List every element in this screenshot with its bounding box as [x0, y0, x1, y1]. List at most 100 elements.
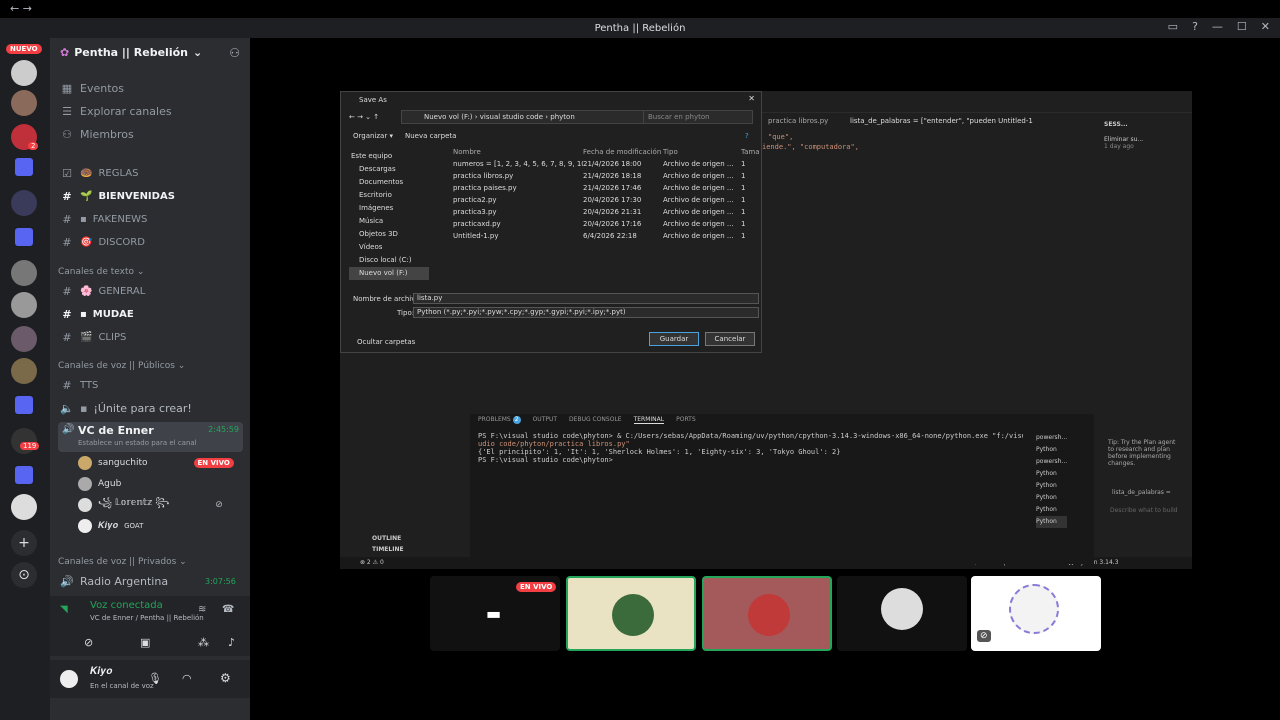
- channel-reglas[interactable]: ☑ 🍩 REGLAS: [60, 163, 138, 183]
- channel-unite[interactable]: 🔈 ▪ ¡Únite para crear!: [60, 398, 192, 418]
- nav-explore[interactable]: ☰ Explorar canales: [60, 101, 172, 121]
- channel-mudae[interactable]: # ▪ MUDAE: [60, 304, 133, 324]
- file-row[interactable]: practica2.py 20/4/2026 17:30 Archivo de or…: [441, 194, 759, 206]
- save-button[interactable]: Guardar: [649, 332, 699, 346]
- server-icon[interactable]: [11, 326, 37, 352]
- channel-radio[interactable]: 🔊 Radio Argentina 3:07:56: [60, 571, 236, 591]
- dialog-header: Save As ✕: [359, 94, 755, 104]
- server-icon[interactable]: [11, 190, 37, 216]
- channel-clips[interactable]: # 🎬 CLIPS: [60, 327, 126, 347]
- filename-input[interactable]: lista.py: [413, 293, 759, 304]
- file-row[interactable]: numeros = [1, 2, 3, 4, 5, 6, 7, 8, 9, 10…: [441, 158, 759, 170]
- live-badge: EN VIVO: [516, 582, 557, 592]
- server-icon[interactable]: [11, 60, 37, 86]
- channel-bienvenidas[interactable]: # 🌱 BIENVENIDAS: [60, 186, 175, 206]
- nav-arrows-icon[interactable]: ← → ⌄ ↑: [349, 113, 379, 121]
- mention-badge: 119: [20, 442, 40, 450]
- vc-status[interactable]: Establece un estado para el canal: [78, 439, 197, 447]
- address-bar[interactable]: Nuevo vol (F:) › visual studio code › ph…: [401, 110, 679, 124]
- avatar: [1009, 584, 1059, 634]
- category-text[interactable]: Canales de texto ⌄: [58, 267, 144, 277]
- participant-tile[interactable]: ⊘: [971, 576, 1101, 651]
- invite-icon[interactable]: ⚇: [229, 46, 240, 60]
- server-icon[interactable]: [11, 292, 37, 318]
- server-rail: NUEVO 2 119 + ⊙: [0, 38, 50, 720]
- voice-user[interactable]: ꧁ 𝕃𝕠𝕣𝕖𝕟𝕥𝕫 ꧂ ⊘: [78, 496, 223, 514]
- hide-folders-toggle[interactable]: Ocultar carpetas: [357, 338, 415, 346]
- activities-icon[interactable]: ⁂: [198, 636, 209, 649]
- participant-tile[interactable]: [566, 576, 696, 651]
- organize-button[interactable]: Organizar ▾: [353, 132, 393, 140]
- file-row[interactable]: practica3.py 20/4/2026 21:31 Archivo de or…: [441, 206, 759, 218]
- user-panel: 𝑲𝒊𝒚𝒐 En el canal de voz 🎙 ◠ ⚙: [50, 660, 250, 698]
- hash-icon: #: [62, 378, 72, 392]
- maximize-icon[interactable]: ☐: [1237, 20, 1247, 33]
- back-forward-icon[interactable]: ← →: [10, 2, 32, 15]
- voice-user[interactable]: Agub: [78, 475, 121, 493]
- noise-icon[interactable]: ≋: [198, 604, 206, 615]
- panel-tabs: PROBLEMS 2 OUTPUT DEBUG CONSOLE TERMINAL…: [478, 416, 696, 424]
- server-icon[interactable]: [11, 494, 37, 520]
- speaker-icon: 🔊: [62, 424, 75, 435]
- terminal-panel[interactable]: PROBLEMS 2 OUTPUT DEBUG CONSOLE TERMINAL…: [470, 414, 1094, 564]
- stream-tile[interactable]: EN VIVO ▬: [430, 576, 560, 651]
- nav-events[interactable]: ▦ Eventos: [60, 78, 124, 98]
- file-row[interactable]: practica paises.py 21/4/2026 17:46 Archivo…: [441, 182, 759, 194]
- username: 𝑲𝒊𝒚𝒐: [90, 666, 113, 677]
- channel-tts[interactable]: # TTS: [60, 375, 98, 395]
- inbox-icon[interactable]: ▭: [1168, 20, 1178, 33]
- participant-tile[interactable]: [837, 576, 967, 651]
- folder-icon[interactable]: [15, 228, 33, 246]
- file-row[interactable]: practica libros.py 21/4/2026 18:18 Archivo…: [441, 170, 759, 182]
- category-voice[interactable]: Canales de voz || Públicos ⌄: [58, 361, 185, 371]
- channel-discord[interactable]: # 🎯 DISCORD: [60, 232, 145, 252]
- nav-members[interactable]: ⚇ Miembros: [60, 124, 134, 144]
- minimize-icon[interactable]: —: [1212, 20, 1223, 33]
- file-list: NombreFecha de modificaciónTipoTamaño nu…: [441, 146, 759, 242]
- file-row[interactable]: Untitled-1.py 6/4/2026 22:18 Archivo de or…: [441, 230, 759, 242]
- cancel-button[interactable]: Cancelar: [705, 332, 755, 346]
- vc-timer: 2:45:59: [208, 425, 239, 434]
- folder-icon[interactable]: [15, 466, 33, 484]
- headphones-icon[interactable]: ◠: [182, 672, 192, 685]
- voice-status: Voz conectada: [90, 600, 163, 611]
- title-bar: Pentha || Rebelión ▭ ? — ☐ ✕: [0, 18, 1280, 38]
- soundboard-icon[interactable]: ♪: [228, 636, 235, 649]
- avatar[interactable]: [60, 670, 78, 688]
- voice-channel-active[interactable]: 🔊 VC de Enner 2:45:59 Establece un estad…: [58, 422, 243, 452]
- settings-icon[interactable]: ⚙: [220, 671, 231, 685]
- category-private[interactable]: Canales de voz || Privados ⌄: [58, 557, 187, 567]
- discover-icon[interactable]: ⊙: [11, 562, 37, 588]
- guild-header[interactable]: ✿ Pentha || Rebelión ⌄: [60, 46, 202, 59]
- terminal-line: PS F:\visual studio code\phyton>: [478, 456, 613, 464]
- server-icon[interactable]: [11, 90, 37, 116]
- terminal-line: udio code/phyton/practica libros.py": [478, 440, 630, 448]
- help-icon[interactable]: ?: [1192, 20, 1198, 33]
- add-server-icon[interactable]: +: [11, 530, 37, 556]
- channel-fakenews[interactable]: # ▪ FAKENEWS: [60, 209, 147, 229]
- new-folder-button[interactable]: Nueva carpeta: [405, 132, 456, 140]
- participant-tile[interactable]: [702, 576, 832, 651]
- disconnect-icon[interactable]: ☎: [222, 604, 234, 615]
- server-icon[interactable]: [11, 428, 37, 454]
- editor-tab[interactable]: practica libros.py: [768, 117, 828, 125]
- close-icon[interactable]: ✕: [1261, 20, 1270, 33]
- type-select[interactable]: Python (*.py;*.pyi;*.pyw;*.cpy;*.gyp;*.g…: [413, 307, 759, 318]
- folder-icon[interactable]: [15, 396, 33, 414]
- file-row[interactable]: practicaxd.py 20/4/2026 17:16 Archivo de o…: [441, 218, 759, 230]
- screenshare-icon[interactable]: ▣: [140, 636, 150, 649]
- server-icon[interactable]: [11, 358, 37, 384]
- folder-icon[interactable]: [15, 158, 33, 176]
- help-icon[interactable]: ?: [745, 132, 749, 140]
- terminal-list: powersh... Python powersh... Python Pyth…: [1036, 432, 1068, 528]
- close-icon[interactable]: ✕: [748, 94, 755, 103]
- mic-icon[interactable]: 🎙: [148, 672, 162, 685]
- server-icon[interactable]: [11, 260, 37, 286]
- search-input[interactable]: Buscar en phyton: [643, 110, 753, 124]
- camera-off-icon[interactable]: ⊘: [84, 636, 93, 649]
- editor-tab-active[interactable]: lista_de_palabras = ["entender", "pueden…: [850, 117, 1033, 125]
- voice-user[interactable]: 𝑲𝒊𝒚𝒐 GOAT: [78, 517, 143, 535]
- channel-general[interactable]: # 🌸 GENERAL: [60, 281, 145, 301]
- voice-user[interactable]: sanguchito EN VIVO: [78, 454, 234, 472]
- emoji-icon: ▪: [80, 213, 87, 225]
